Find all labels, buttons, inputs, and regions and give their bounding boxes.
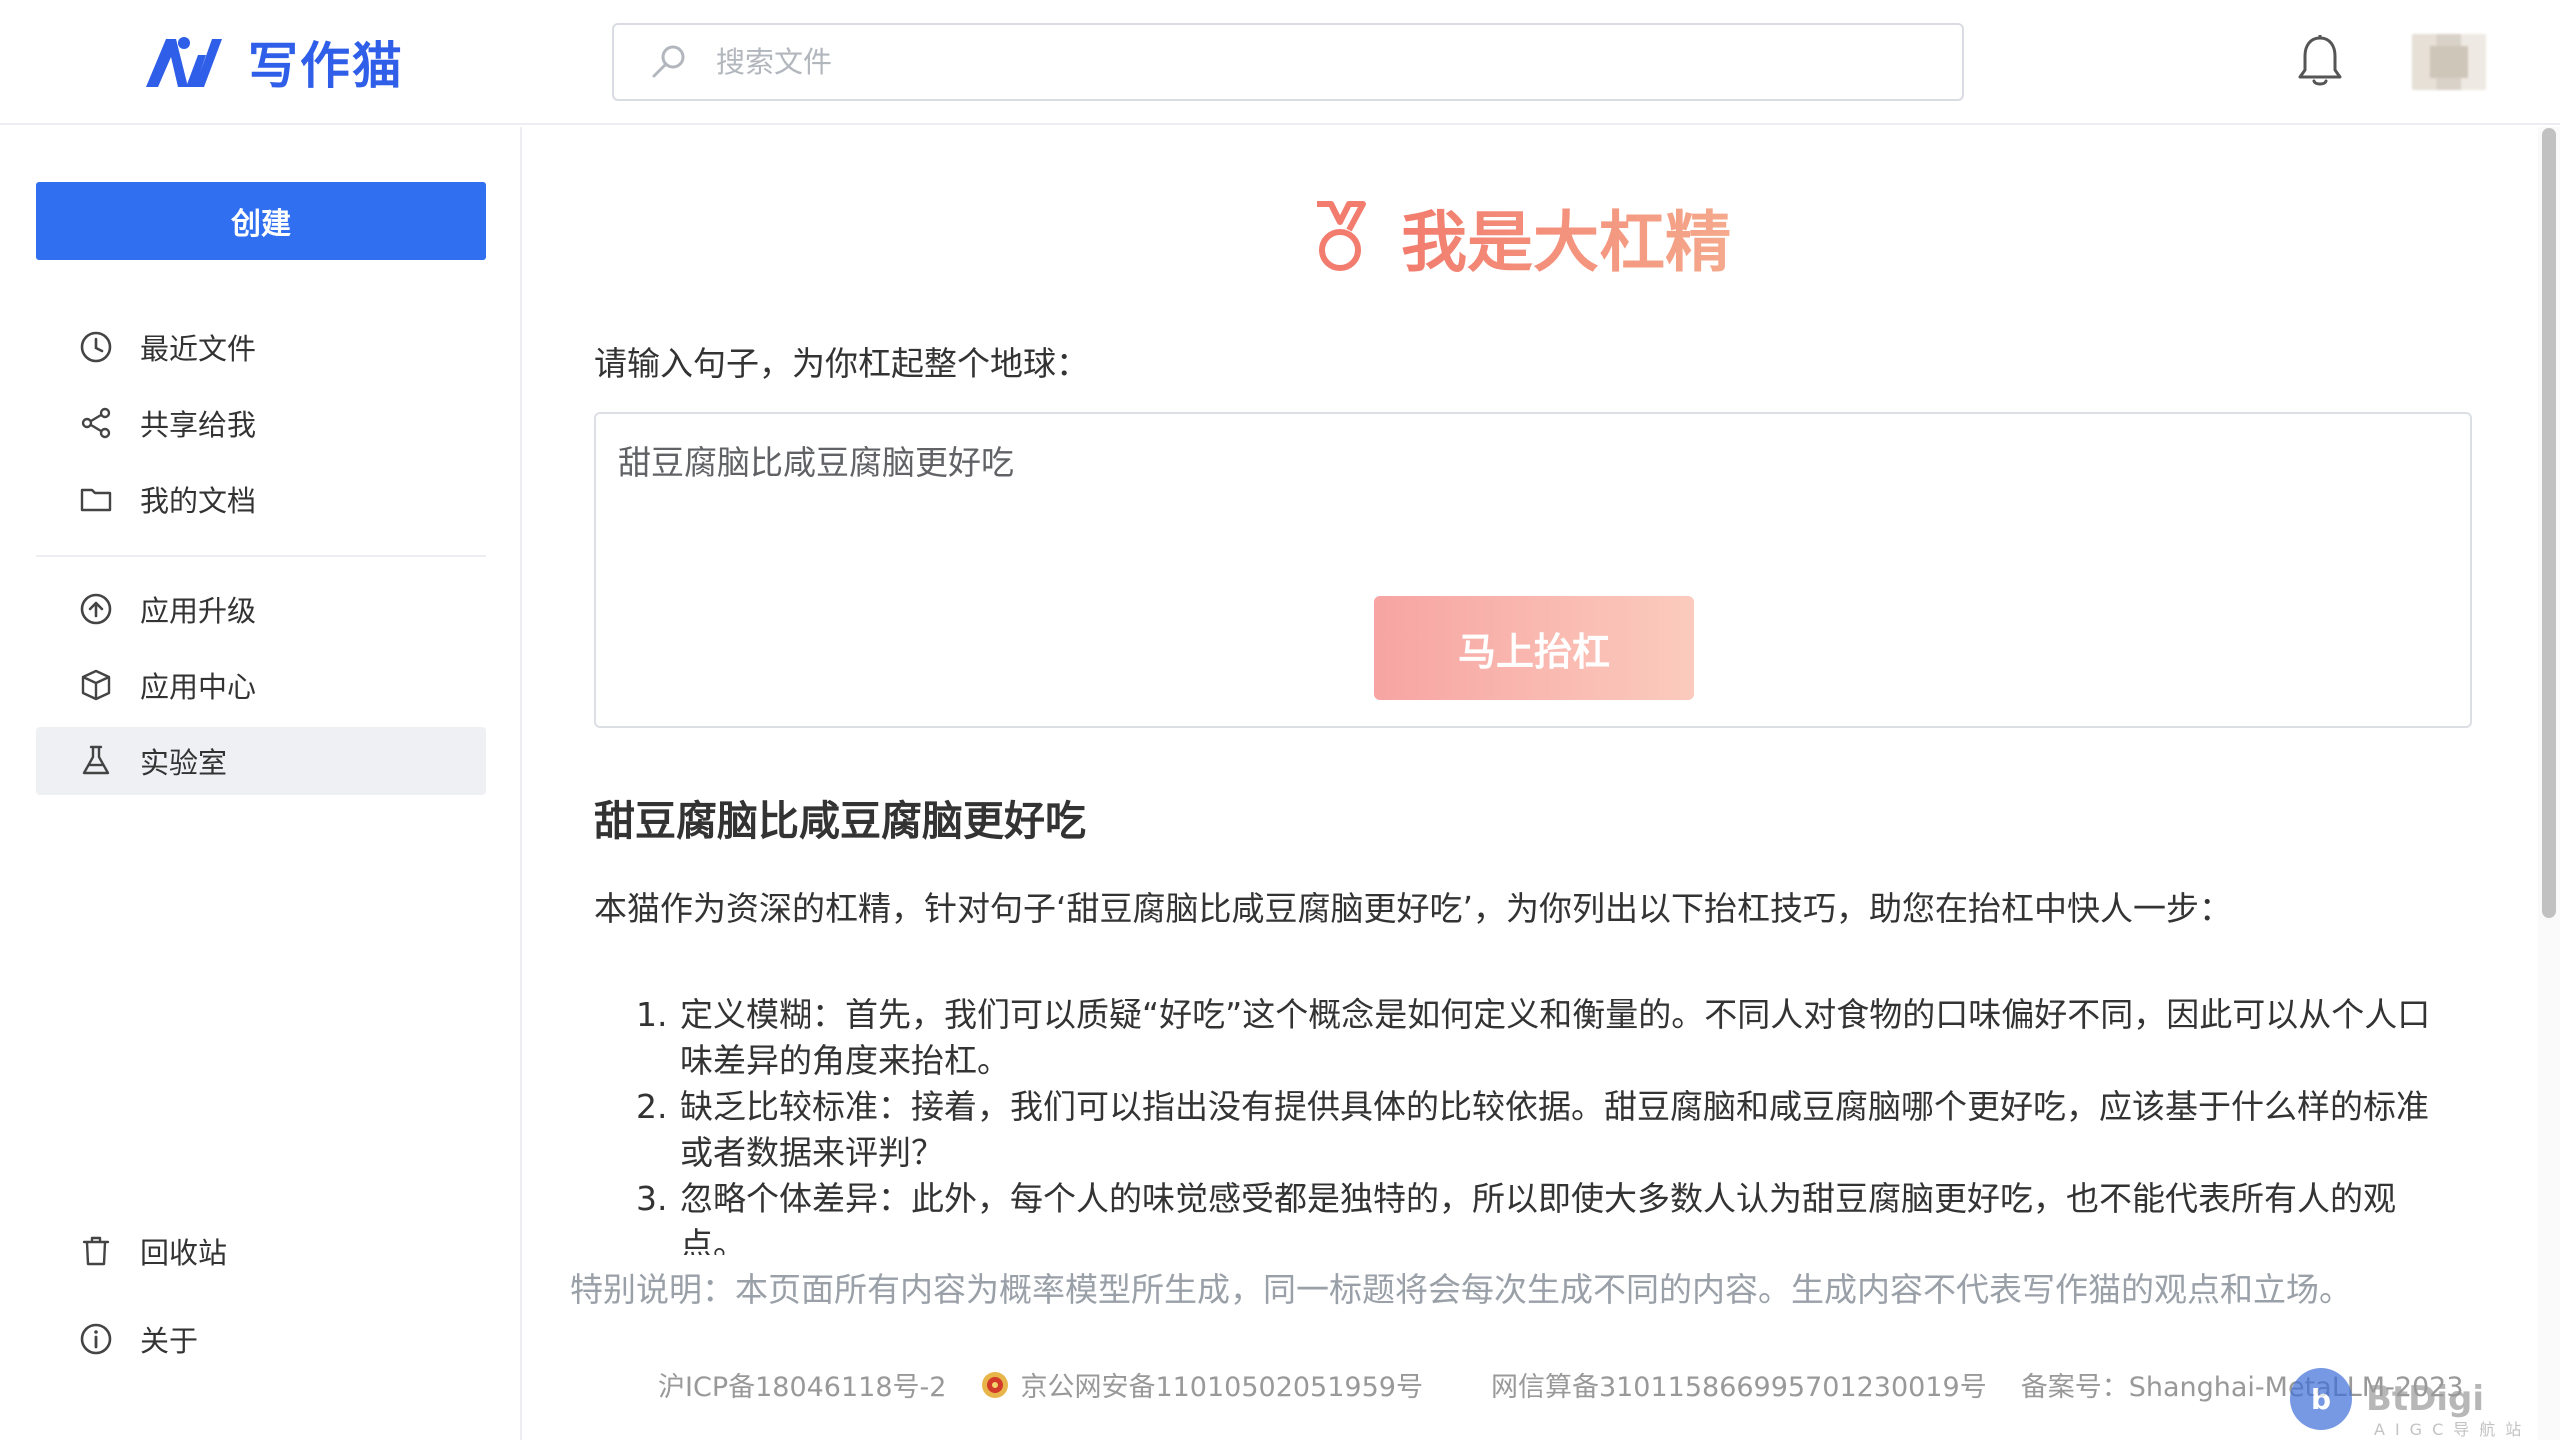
brand-logo[interactable]: 写作猫 [142, 28, 404, 96]
list-item-text: 定义模糊：首先，我们可以质疑“好吃”这个概念是如何定义和衡量的。不同人对食物的口… [680, 995, 2431, 1080]
bell-icon[interactable] [2295, 34, 2345, 88]
sidebar-item-label: 回收站 [140, 1236, 228, 1270]
sidebar-item-label: 关于 [140, 1324, 199, 1358]
watermark: b BtDigi AIGC导航站 [2290, 1368, 2521, 1439]
sidebar-divider [36, 555, 486, 557]
footer-algo[interactable]: 网信算备310115866995701230019号 [1491, 1365, 1987, 1404]
result-title: 甜豆腐脑比咸豆腐脑更好吃 [594, 797, 1086, 845]
info-icon [80, 1323, 112, 1355]
flask-icon [82, 745, 110, 775]
footer-icp[interactable]: 沪ICP备18046118号-2 [658, 1365, 946, 1404]
sidebar-item-trash[interactable]: 回收站 [36, 1217, 486, 1285]
sidebar-item-label: 应用中心 [140, 670, 257, 704]
sentence-input[interactable]: 甜豆腐脑比咸豆腐脑更好吃 马上抬杠 [594, 412, 2472, 728]
sidebar-item-recent[interactable]: 最近文件 [36, 313, 486, 381]
list-item-number: 1. [636, 995, 668, 1034]
search-icon [652, 45, 685, 78]
upgrade-icon [80, 593, 112, 625]
brand-name: 写作猫 [248, 36, 404, 95]
watermark-subtext: AIGC导航站 [2374, 1420, 2532, 1439]
sidebar-item-label: 应用升级 [140, 594, 257, 628]
sidebar-item-lab[interactable]: 实验室 [36, 727, 486, 795]
sidebar-item-label: 实验室 [140, 746, 228, 780]
footer: 沪ICP备18046118号-2 京公网安备11010502051959号 网信… [658, 1365, 2498, 1404]
box-icon [81, 669, 111, 701]
sentence-input-value[interactable]: 甜豆腐脑比咸豆腐脑更好吃 [618, 436, 1014, 484]
list-item-number: 2. [636, 1087, 668, 1126]
page-title: 我是大杠精 [1401, 189, 1731, 285]
list-item: 1. 定义模糊：首先，我们可以质疑“好吃”这个概念是如何定义和衡量的。不同人对食… [636, 992, 2486, 1084]
result-intro: 本猫作为资深的杠精，针对句子‘甜豆腐脑比咸豆腐脑更好吃’，为你列出以下抬杠技巧，… [594, 889, 2232, 928]
sidebar-item-about[interactable]: 关于 [36, 1305, 486, 1373]
sidebar-item-label: 最近文件 [140, 332, 257, 366]
clock-icon [80, 331, 112, 363]
page-header: 我是大杠精 [1309, 189, 1731, 285]
watermark-text: BtDigi [2366, 1379, 2485, 1419]
sidebar-item-upgrade[interactable]: 应用升级 [36, 575, 486, 643]
share-icon [81, 407, 111, 439]
sidebar-item-label: 共享给我 [140, 408, 257, 442]
list-item: 2. 缺乏比较标准：接着，我们可以指出没有提供具体的比较依据。甜豆腐脑和咸豆腐脑… [636, 1084, 2486, 1176]
sidebar-item-label: 我的文档 [140, 484, 257, 518]
logo-icon [146, 37, 222, 87]
medal-icon [1317, 201, 1366, 271]
scrollbar-thumb[interactable] [2542, 128, 2556, 918]
trash-icon [82, 1236, 110, 1266]
search-input[interactable] [716, 45, 1916, 79]
list-item-text: 缺乏比较标准：接着，我们可以指出没有提供具体的比较依据。甜豆腐脑和咸豆腐脑哪个更… [680, 1087, 2429, 1172]
submit-button[interactable]: 马上抬杠 [1374, 596, 1694, 700]
disclaimer: 特别说明：本页面所有内容为概率模型所生成，同一标题将会每次生成不同的内容。生成内… [570, 1255, 2530, 1335]
avatar[interactable] [2412, 34, 2486, 90]
sidebar: 创建 最近文件 共享给我 我的文档 应用升级 应用中心 实验室 回收站 关于 [0, 127, 522, 1440]
police-badge-icon [982, 1371, 1009, 1398]
footer-police[interactable]: 京公网安备11010502051959号 [980, 1365, 1457, 1404]
create-button[interactable]: 创建 [36, 182, 486, 260]
folder-icon [80, 488, 112, 512]
sidebar-item-app-center[interactable]: 应用中心 [36, 651, 486, 719]
top-bar: 写作猫 [0, 0, 2560, 125]
watermark-logo: b [2290, 1368, 2352, 1430]
main-content: 我是大杠精 请输入句子，为你杠起整个地球： 甜豆腐脑比咸豆腐脑更好吃 马上抬杠 … [524, 127, 2540, 1440]
footer-police-text: 京公网安备11010502051959号 [1020, 1372, 1423, 1403]
search-box[interactable] [612, 23, 1964, 101]
prompt-label: 请输入句子，为你杠起整个地球： [594, 344, 1089, 383]
sidebar-item-my-docs[interactable]: 我的文档 [36, 465, 486, 533]
sidebar-item-shared[interactable]: 共享给我 [36, 389, 486, 457]
